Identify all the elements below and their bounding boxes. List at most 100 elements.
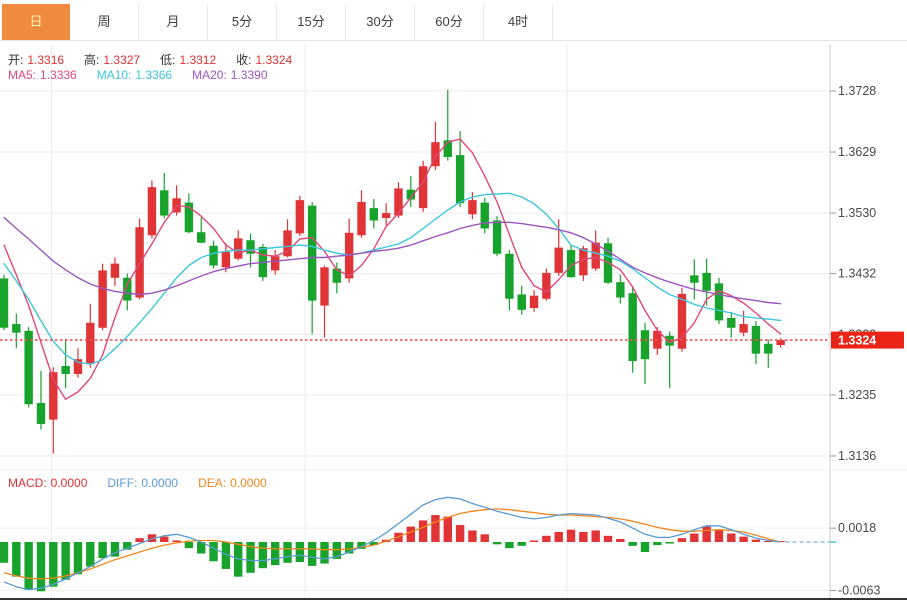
macd-bar [259, 542, 267, 568]
tab-timeframe-5[interactable]: 30分 [346, 4, 415, 40]
macd-bar [579, 532, 587, 542]
macd-bar [271, 542, 279, 565]
candle-body [148, 187, 156, 235]
candle-body [493, 220, 501, 253]
candle-body [505, 254, 513, 299]
current-price-badge-value: 1.3324 [838, 334, 876, 348]
candle-body [271, 256, 279, 270]
candle-body [727, 318, 735, 328]
macd-bar [690, 534, 698, 542]
macd-bar [283, 542, 291, 563]
legend-label: MA5: [8, 68, 36, 82]
price-axis-label: 1.3728 [838, 84, 876, 98]
macd-legend-item: DEA: 0.0000 [198, 476, 271, 490]
candle-body [616, 282, 624, 297]
candle-body [628, 293, 636, 361]
candle-body [160, 190, 168, 215]
macd-bar [604, 536, 612, 542]
macd-bar [542, 536, 550, 542]
macd-bar [456, 525, 464, 542]
macd-legend: MACD:0.0000 DIFF:0.0000 DEA: 0.0000 [8, 476, 287, 490]
legend-label: 低: [160, 53, 175, 67]
candle-body [468, 200, 476, 214]
macd-bar [431, 515, 439, 542]
candle-body [690, 275, 698, 282]
macd-bar [752, 540, 760, 542]
macd-legend-item: DIFF:0.0000 [107, 476, 182, 490]
macd-bar [555, 532, 563, 542]
ma-legend-item: MA20: 1.3390 [192, 68, 271, 82]
macd-axis-label: -0.0063 [838, 584, 880, 598]
macd-bar [419, 520, 427, 542]
candle-body [542, 273, 550, 299]
candle-body [702, 273, 710, 291]
candle-body [370, 208, 378, 220]
tab-timeframe-0[interactable]: 日 [2, 4, 70, 40]
legend-value: 0.0000 [230, 476, 267, 490]
candle-body [234, 238, 242, 258]
price-axis-label: 1.3235 [838, 388, 876, 402]
legend-value: 1.3312 [179, 53, 216, 67]
macd-bar [98, 542, 106, 558]
tab-timeframe-2[interactable]: 月 [139, 4, 208, 40]
macd-bar [493, 542, 501, 544]
candle-body [0, 278, 8, 327]
tab-timeframe-1[interactable]: 周 [70, 4, 139, 40]
price-axis-label: 1.3136 [838, 449, 876, 463]
candle-body [111, 264, 119, 278]
macd-bar [715, 530, 723, 542]
candlestick-chart-canvas[interactable]: 1.37281.36291.35301.34321.33331.32351.31… [0, 0, 907, 604]
candle-body [37, 403, 45, 424]
candle-body [12, 324, 20, 333]
macd-bar [444, 517, 452, 542]
legend-value: 0.0000 [141, 476, 178, 490]
macd-bar [653, 542, 661, 545]
macd-bar [135, 538, 143, 542]
macd-bar [665, 542, 673, 544]
macd-legend-item: MACD:0.0000 [8, 476, 91, 490]
macd-bar [24, 542, 32, 590]
candle-body [591, 243, 599, 269]
macd-bar [567, 530, 575, 542]
legend-value: 1.3390 [231, 68, 268, 82]
ohlc-legend-item: 收:1.3324 [236, 53, 296, 67]
tab-timeframe-3[interactable]: 5分 [208, 4, 277, 40]
legend-value: 1.3324 [255, 53, 292, 67]
candle-body [481, 203, 489, 229]
macd-bar [12, 542, 20, 577]
macd-bar [61, 542, 69, 580]
candle-body [86, 323, 94, 364]
candle-body [197, 232, 205, 242]
ohlc-legend-item: 低: 1.3312 [160, 53, 220, 67]
legend-label: DEA: [198, 476, 226, 490]
candle-body [555, 248, 563, 273]
candle-body [74, 359, 82, 374]
candle-body [320, 267, 328, 305]
candle-body [123, 278, 131, 301]
macd-bar [74, 542, 82, 574]
candle-body [739, 324, 747, 333]
macd-bar [641, 542, 649, 552]
legend-label: MA20: [192, 68, 227, 82]
candle-body [296, 200, 304, 233]
ma-legend: MA5:1.3336MA10:1.3366MA20:1.3390 [8, 68, 288, 82]
price-axis-label: 1.3432 [838, 266, 876, 280]
macd-bar [739, 537, 747, 542]
tab-timeframe-6[interactable]: 60分 [415, 4, 484, 40]
candle-body [24, 331, 32, 404]
tab-timeframe-7[interactable]: 4时 [484, 4, 553, 40]
candle-body [357, 202, 365, 235]
macd-bar [481, 534, 489, 542]
candle-body [382, 213, 390, 218]
macd-bar [49, 542, 57, 587]
ohlc-legend-item: 高:1.3327 [84, 53, 144, 67]
dea-line [4, 509, 781, 579]
macd-axis-label: 0.0018 [838, 521, 876, 535]
macd-bar [308, 542, 316, 566]
legend-value: 0.0000 [51, 476, 88, 490]
price-axis-label: 1.3530 [838, 206, 876, 220]
tab-timeframe-4[interactable]: 15分 [277, 4, 346, 40]
legend-label: 高: [84, 53, 99, 67]
diff-line [4, 497, 781, 589]
macd-bar [530, 540, 538, 542]
